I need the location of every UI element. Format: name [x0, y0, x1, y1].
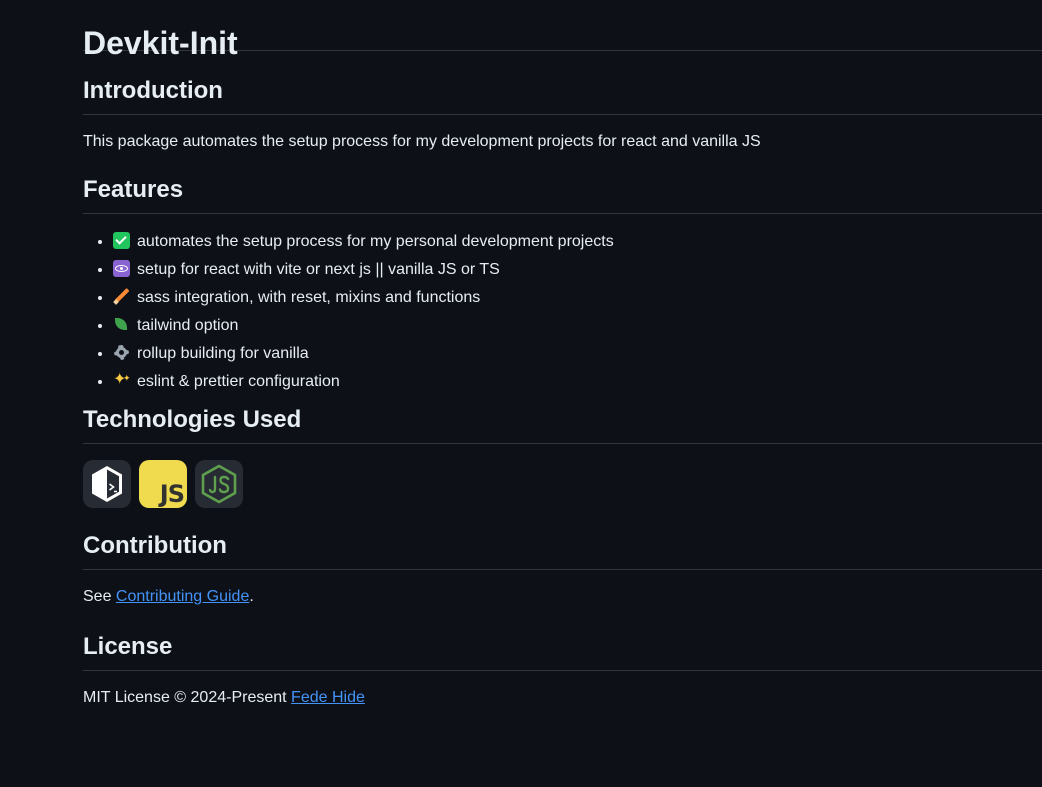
- feature-text: tailwind option: [137, 317, 239, 334]
- feature-item: sass integration, with reset, mixins and…: [113, 286, 1042, 310]
- feature-text: setup for react with vite or next js || …: [137, 261, 500, 278]
- javascript-icon-label: JS: [159, 480, 185, 508]
- feature-text: rollup building for vanilla: [137, 345, 309, 362]
- features-list: automates the setup process for my perso…: [83, 230, 1042, 394]
- javascript-icon: JS: [139, 460, 187, 508]
- leaf-icon: [113, 316, 130, 333]
- feature-item: tailwind option: [113, 314, 1042, 338]
- feature-item: setup for react with vite or next js || …: [113, 258, 1042, 282]
- author-link[interactable]: Fede Hide: [291, 689, 365, 706]
- technologies-heading: Technologies Used: [83, 404, 1042, 444]
- technologies-icons: JS: [83, 460, 1042, 508]
- check-mark-icon: [113, 232, 130, 249]
- feature-item: eslint & prettier configuration: [113, 366, 1042, 394]
- readme-content: Devkit-Init Introduction This package au…: [83, 0, 1042, 710]
- nodejs-icon: [195, 460, 243, 508]
- license-text: MIT License © 2024-Present Fede Hide: [83, 686, 1042, 710]
- license-heading: License: [83, 631, 1042, 671]
- sparkles-icon: [113, 366, 131, 392]
- contribution-text: See Contributing Guide.: [83, 585, 1042, 609]
- feature-text: sass integration, with reset, mixins and…: [137, 289, 481, 306]
- pencil-icon: [113, 288, 130, 305]
- bash-icon: [83, 460, 131, 508]
- feature-text: eslint & prettier configuration: [137, 373, 340, 390]
- contribution-heading: Contribution: [83, 530, 1042, 570]
- introduction-heading: Introduction: [83, 75, 1042, 115]
- contributing-guide-link[interactable]: Contributing Guide: [116, 588, 249, 605]
- contribution-suffix: .: [249, 588, 254, 605]
- gear-icon: [113, 344, 130, 361]
- feature-text: automates the setup process for my perso…: [137, 233, 614, 250]
- introduction-text: This package automates the setup process…: [83, 133, 761, 150]
- page-title: Devkit-Init: [83, 0, 1042, 61]
- atom-icon: [113, 260, 130, 277]
- feature-item: automates the setup process for my perso…: [113, 230, 1042, 254]
- features-heading: Features: [83, 174, 1042, 214]
- license-prefix: MIT License © 2024-Present: [83, 689, 292, 706]
- contribution-prefix: See: [83, 588, 116, 605]
- feature-item: rollup building for vanilla: [113, 342, 1042, 366]
